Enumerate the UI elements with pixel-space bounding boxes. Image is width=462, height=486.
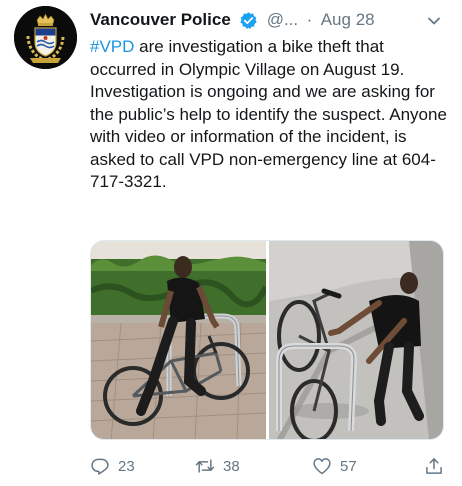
retweet-icon [195, 459, 215, 473]
reply-icon [91, 458, 109, 475]
tweet-body: are investigation a bike theft that occu… [90, 37, 447, 191]
tweet-card[interactable]: Vancouver Police @... · Aug 28 #VPD are … [0, 0, 462, 486]
tweet-actions: 23 38 57 [90, 454, 450, 478]
hashtag-link[interactable]: #VPD [90, 37, 134, 56]
share-button[interactable] [424, 454, 444, 478]
tweet-date[interactable]: Aug 28 [321, 10, 375, 29]
photo-bike-theft-2 [269, 241, 443, 439]
reply-button[interactable]: 23 [90, 454, 135, 478]
header-separator: · [306, 10, 313, 29]
verified-badge-icon [239, 11, 258, 30]
user-handle[interactable]: @... [267, 10, 298, 29]
like-count: 57 [340, 457, 357, 475]
tweet-text: #VPD are investigation a bike theft that… [90, 36, 452, 194]
like-button[interactable]: 57 [312, 454, 357, 478]
share-icon [426, 458, 442, 474]
reply-count: 23 [118, 457, 135, 475]
retweet-button[interactable]: 38 [195, 454, 240, 478]
retweet-count: 38 [223, 457, 240, 475]
media-photo-1[interactable] [91, 241, 266, 439]
chevron-down-icon[interactable] [426, 13, 442, 29]
media-photo-2[interactable] [269, 241, 443, 439]
tweet-header: Vancouver Police @... · Aug 28 [90, 10, 450, 34]
display-name[interactable]: Vancouver Police [90, 10, 231, 29]
heart-icon [313, 458, 331, 475]
avatar[interactable] [14, 6, 77, 69]
media-grid [90, 240, 444, 440]
police-badge-icon [14, 6, 77, 69]
photo-bike-theft-1 [91, 241, 266, 439]
